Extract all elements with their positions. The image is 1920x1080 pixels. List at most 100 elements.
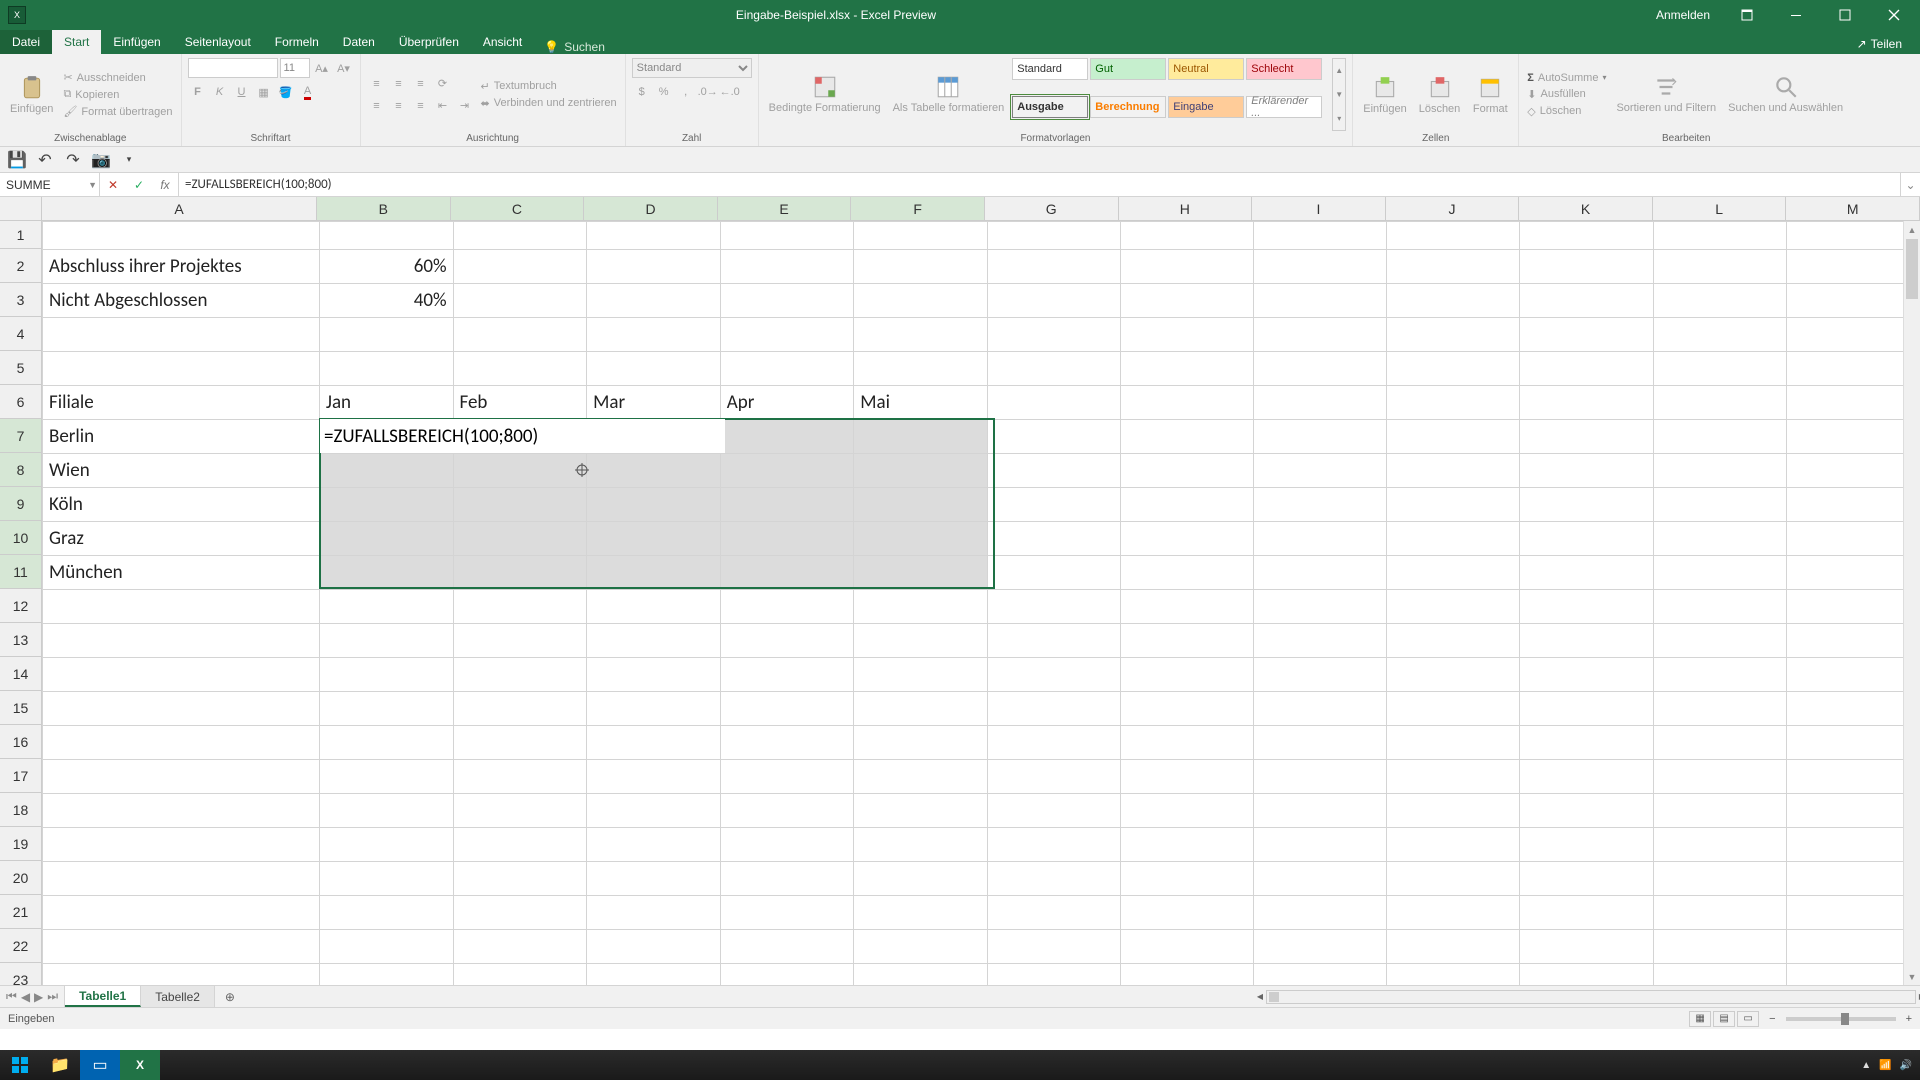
cell-K1[interactable]: [1520, 222, 1653, 250]
cell-B12[interactable]: [319, 590, 453, 624]
cell-H8[interactable]: [1121, 454, 1254, 488]
cell-G23[interactable]: [987, 964, 1120, 986]
cell-K18[interactable]: [1520, 794, 1653, 828]
cell-L8[interactable]: [1653, 454, 1786, 488]
cell-G21[interactable]: [987, 896, 1120, 930]
cell-C11[interactable]: [453, 556, 587, 590]
cell-D22[interactable]: [587, 930, 721, 964]
cell-K20[interactable]: [1520, 862, 1653, 896]
cell-M18[interactable]: [1786, 794, 1919, 828]
row-header-14[interactable]: 14: [0, 657, 41, 691]
cell-I1[interactable]: [1254, 222, 1387, 250]
add-sheet-button[interactable]: ⊕: [215, 986, 245, 1007]
cell-K4[interactable]: [1520, 318, 1653, 352]
cell-D11[interactable]: [587, 556, 721, 590]
cell-B17[interactable]: [319, 760, 453, 794]
tab-insert[interactable]: Einfügen: [101, 30, 172, 54]
style-schlecht[interactable]: Schlecht: [1246, 58, 1322, 80]
cell-B18[interactable]: [319, 794, 453, 828]
format-as-table-button[interactable]: Als Tabelle formatieren: [889, 58, 1009, 131]
cell-A23[interactable]: [43, 964, 320, 986]
cell-F14[interactable]: [854, 658, 988, 692]
cell-F8[interactable]: [854, 454, 988, 488]
cell-L6[interactable]: [1653, 386, 1786, 420]
cell-D4[interactable]: [587, 318, 721, 352]
cell-H5[interactable]: [1121, 352, 1254, 386]
col-header-J[interactable]: J: [1386, 197, 1520, 220]
align-top-icon[interactable]: ≡: [367, 74, 387, 94]
cell-G16[interactable]: [987, 726, 1120, 760]
cell-M23[interactable]: [1786, 964, 1919, 986]
font-name-box[interactable]: [188, 58, 278, 78]
cell-F12[interactable]: [854, 590, 988, 624]
cell-M3[interactable]: [1786, 284, 1919, 318]
cell-E19[interactable]: [720, 828, 854, 862]
cell-A19[interactable]: [43, 828, 320, 862]
cell-K23[interactable]: [1520, 964, 1653, 986]
cell-A16[interactable]: [43, 726, 320, 760]
cell-J11[interactable]: [1387, 556, 1520, 590]
cell-J6[interactable]: [1387, 386, 1520, 420]
cell-M1[interactable]: [1786, 222, 1919, 250]
cell-F7[interactable]: [854, 420, 988, 454]
col-header-G[interactable]: G: [985, 197, 1119, 220]
cell-C9[interactable]: [453, 488, 587, 522]
row-header-23[interactable]: 23: [0, 963, 41, 985]
cell-K2[interactable]: [1520, 250, 1653, 284]
cell-C23[interactable]: [453, 964, 587, 986]
style-erklaerender[interactable]: Erklärender ...: [1246, 96, 1322, 118]
cell-I5[interactable]: [1254, 352, 1387, 386]
cell-M21[interactable]: [1786, 896, 1919, 930]
cell-J13[interactable]: [1387, 624, 1520, 658]
cut-button[interactable]: ✂Ausschneiden: [61, 70, 174, 85]
cell-D18[interactable]: [587, 794, 721, 828]
format-painter-button[interactable]: 🖌Format übertragen: [61, 104, 174, 119]
ribbon-options-icon[interactable]: [1724, 0, 1769, 30]
cell-I14[interactable]: [1254, 658, 1387, 692]
cell-H12[interactable]: [1121, 590, 1254, 624]
cell-M16[interactable]: [1786, 726, 1919, 760]
underline-icon[interactable]: U: [232, 82, 252, 102]
cell-L19[interactable]: [1653, 828, 1786, 862]
cell-A21[interactable]: [43, 896, 320, 930]
cell-D1[interactable]: [587, 222, 721, 250]
cell-H6[interactable]: [1121, 386, 1254, 420]
cell-B1[interactable]: [319, 222, 453, 250]
cell-L1[interactable]: [1653, 222, 1786, 250]
cell-D19[interactable]: [587, 828, 721, 862]
cell-G20[interactable]: [987, 862, 1120, 896]
cell-A2[interactable]: Abschluss ihrer Projektes: [43, 250, 320, 284]
row-header-7[interactable]: 7: [0, 419, 41, 453]
conditional-formatting-button[interactable]: Bedingte Formatierung: [765, 58, 885, 131]
cell-J15[interactable]: [1387, 692, 1520, 726]
cell-A15[interactable]: [43, 692, 320, 726]
cell-E9[interactable]: [720, 488, 854, 522]
cell-E1[interactable]: [720, 222, 854, 250]
cell-M6[interactable]: [1786, 386, 1919, 420]
cell-M7[interactable]: [1786, 420, 1919, 454]
cell-G18[interactable]: [987, 794, 1120, 828]
name-box-input[interactable]: [6, 178, 82, 192]
cell-L22[interactable]: [1653, 930, 1786, 964]
cell-B15[interactable]: [319, 692, 453, 726]
cell-D10[interactable]: [587, 522, 721, 556]
save-icon[interactable]: 💾: [6, 149, 28, 171]
cell-I22[interactable]: [1254, 930, 1387, 964]
cell-F6[interactable]: Mai: [854, 386, 988, 420]
cell-M2[interactable]: [1786, 250, 1919, 284]
style-gut[interactable]: Gut: [1090, 58, 1166, 80]
name-box-dropdown-icon[interactable]: ▼: [88, 180, 97, 190]
row-headers[interactable]: 1234567891011121314151617181920212223: [0, 221, 42, 985]
cell-I8[interactable]: [1254, 454, 1387, 488]
cell-M22[interactable]: [1786, 930, 1919, 964]
cell-I6[interactable]: [1254, 386, 1387, 420]
cell-I7[interactable]: [1254, 420, 1387, 454]
cell-L3[interactable]: [1653, 284, 1786, 318]
expand-formula-bar-icon[interactable]: ⌄: [1900, 173, 1920, 196]
row-header-20[interactable]: 20: [0, 861, 41, 895]
cell-K9[interactable]: [1520, 488, 1653, 522]
cell-G10[interactable]: [987, 522, 1120, 556]
col-header-D[interactable]: D: [584, 197, 718, 220]
cell-J12[interactable]: [1387, 590, 1520, 624]
cell-I13[interactable]: [1254, 624, 1387, 658]
